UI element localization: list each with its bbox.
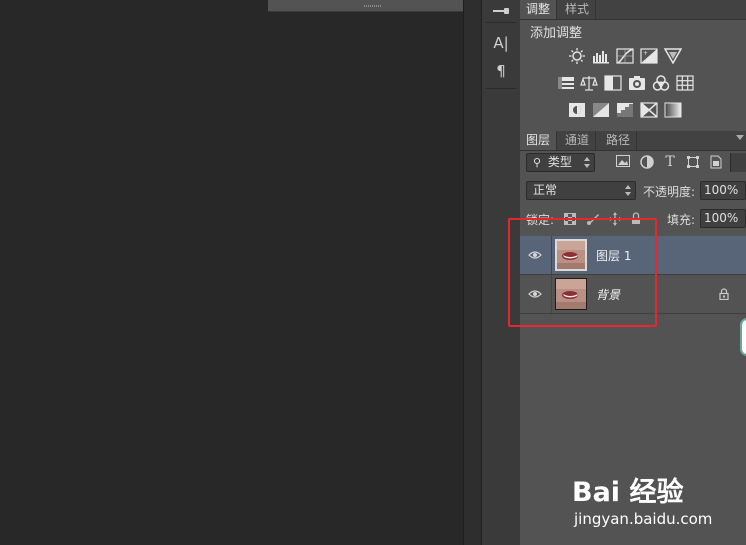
floating-button[interactable] — [740, 318, 746, 356]
blend-mode-value: 正常 — [533, 183, 558, 197]
tab-channels[interactable]: 通道 — [559, 131, 597, 150]
opacity-input[interactable]: 100% — [700, 181, 746, 200]
fill-label: 填充: — [667, 213, 696, 227]
character-icon[interactable]: A| — [488, 32, 514, 54]
photo-filter-icon[interactable] — [628, 75, 646, 91]
hue-saturation-icon[interactable] — [557, 75, 575, 91]
panel-menu-icon[interactable] — [736, 135, 744, 140]
filter-type-label: 类型 — [547, 155, 572, 169]
collapsed-panel-strip[interactable] — [268, 0, 479, 12]
selective-color-icon[interactable] — [640, 102, 658, 118]
svg-text:+: + — [643, 50, 648, 57]
layer-filter-select[interactable]: ⚲ 类型 — [526, 153, 595, 172]
black-white-icon[interactable] — [604, 75, 622, 91]
channel-mixer-icon[interactable] — [652, 75, 670, 91]
brightness-contrast-icon[interactable] — [568, 48, 586, 64]
shape-filter-icon[interactable] — [685, 155, 701, 171]
color-lookup-icon[interactable] — [676, 75, 694, 91]
adjustment-filter-icon[interactable] — [639, 155, 655, 171]
tab-adjustments[interactable]: 调整 — [520, 0, 558, 19]
vibrance-icon[interactable] — [663, 48, 683, 65]
lock-icon[interactable] — [719, 288, 729, 301]
fill-input[interactable]: 100% — [700, 209, 746, 228]
curves-icon[interactable] — [616, 48, 634, 64]
document-canvas[interactable] — [0, 0, 463, 545]
canvas-scrollbar[interactable] — [463, 0, 481, 545]
layers-tabbar: 图层 通道 路径 — [520, 131, 746, 151]
tab-layers[interactable]: 图层 — [520, 131, 558, 150]
color-balance-icon[interactable] — [580, 75, 598, 91]
invert-icon[interactable] — [568, 102, 586, 118]
type-filter-icon[interactable]: T — [662, 154, 678, 170]
levels-icon[interactable] — [592, 48, 610, 64]
search-icon: ⚲ — [533, 156, 542, 169]
adjustments-title: 添加调整 — [530, 26, 583, 41]
smart-object-filter-icon[interactable] — [708, 155, 724, 171]
watermark-brand: Bai 经验 — [572, 477, 684, 508]
exposure-icon[interactable]: + — [640, 48, 658, 64]
updown-arrow-icon — [625, 184, 631, 197]
watermark-url: jingyan.baidu.com — [574, 510, 713, 528]
threshold-icon[interactable] — [616, 102, 634, 118]
tab-styles[interactable]: 样式 — [559, 0, 597, 19]
fill-value: 100% — [704, 211, 739, 225]
opacity-value: 100% — [704, 183, 739, 197]
gradient-map-icon[interactable] — [664, 102, 682, 118]
updown-arrow-icon — [584, 156, 590, 169]
paragraph-icon[interactable]: ¶ — [488, 60, 514, 82]
adjustments-tabbar: 调整 样式 — [520, 0, 746, 20]
tab-paths[interactable]: 路径 — [600, 131, 638, 150]
annotation-highlight-box — [508, 218, 657, 327]
brush-preset-icon[interactable] — [488, 0, 514, 22]
pixel-filter-icon[interactable] — [615, 155, 631, 171]
filter-toggle[interactable] — [730, 153, 746, 172]
opacity-label: 不透明度: — [643, 185, 696, 199]
blend-mode-select[interactable]: 正常 — [526, 181, 636, 200]
panel-grip-icon[interactable] — [364, 5, 382, 7]
posterize-icon[interactable] — [592, 102, 610, 118]
